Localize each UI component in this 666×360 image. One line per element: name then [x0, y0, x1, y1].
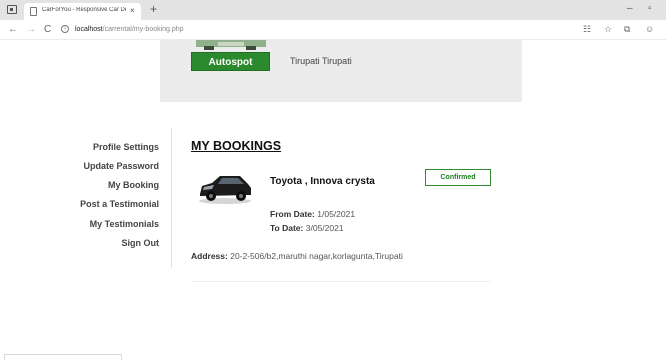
- profile-icon[interactable]: ☺: [645, 24, 654, 35]
- sidebar-item-update-password[interactable]: Update Password: [83, 161, 159, 171]
- maximize-icon[interactable]: ▫: [648, 4, 652, 14]
- read-aloud-icon[interactable]: ☷: [583, 24, 591, 35]
- address-value: 20-2-506/b2,maruthi nagar,korlagunta,Tir…: [230, 251, 403, 261]
- from-date-value: 1/05/2021: [317, 209, 356, 219]
- info-icon[interactable]: i: [61, 25, 69, 33]
- vehicle-name[interactable]: Toyota , Innova crysta: [270, 177, 380, 187]
- sidebar-item-sign-out[interactable]: Sign Out: [122, 238, 160, 248]
- tab-actions-icon[interactable]: [7, 5, 17, 14]
- autospot-button[interactable]: Autospot: [191, 52, 270, 71]
- collections-icon[interactable]: ⧉: [624, 24, 630, 35]
- tab-title: CarForYou - Responsive Car Dea: [42, 7, 126, 13]
- close-icon[interactable]: ×: [130, 6, 135, 15]
- to-date-value: 3/05/2021: [305, 223, 344, 233]
- favorites-icon[interactable]: ☆: [604, 24, 612, 35]
- browser-tab[interactable]: CarForYou - Responsive Car Dea ×: [24, 3, 141, 20]
- browser-addressbar: ← → C i localhost/carrental/my-booking.p…: [0, 20, 666, 40]
- sidebar-item-my-testimonials[interactable]: My Testimonials: [90, 219, 159, 229]
- booking-divider: [191, 281, 491, 282]
- minimize-icon[interactable]: –: [627, 4, 633, 14]
- car-image: [196, 40, 266, 50]
- account-sidebar: Profile Settings Update Password My Book…: [30, 128, 172, 268]
- from-date: From Date: 1/05/2021: [270, 209, 355, 219]
- to-date: To Date: 3/05/2021: [270, 223, 344, 233]
- reload-icon[interactable]: C: [44, 24, 51, 35]
- status-badge: Confirmed: [425, 169, 491, 186]
- sidebar-item-profile-settings[interactable]: Profile Settings: [93, 142, 159, 152]
- page-icon: [30, 7, 37, 16]
- location-text: Tirupati Tirupati: [290, 56, 352, 66]
- browser-tabbar: CarForYou - Responsive Car Dea × + – ▫: [0, 0, 666, 20]
- page-title: MY BOOKINGS: [191, 139, 282, 153]
- from-date-label: From Date:: [270, 209, 315, 219]
- back-icon[interactable]: ←: [8, 24, 18, 35]
- to-date-label: To Date:: [270, 223, 304, 233]
- url-host: localhost: [75, 26, 103, 33]
- vehicle-image[interactable]: [196, 168, 254, 206]
- new-tab-icon[interactable]: +: [150, 3, 157, 15]
- sidebar-item-my-booking[interactable]: My Booking: [108, 180, 159, 190]
- address-label: Address:: [191, 251, 228, 261]
- booking-address: Address: 20-2-506/b2,maruthi nagar,korla…: [191, 251, 403, 261]
- url-field[interactable]: localhost/carrental/my-booking.php: [75, 25, 184, 34]
- sidebar-item-post-testimonial[interactable]: Post a Testimonial: [80, 199, 159, 209]
- bottom-panel-edge: [4, 354, 122, 360]
- forward-icon[interactable]: →: [26, 24, 36, 35]
- url-path: /carrental/my-booking.php: [102, 26, 184, 33]
